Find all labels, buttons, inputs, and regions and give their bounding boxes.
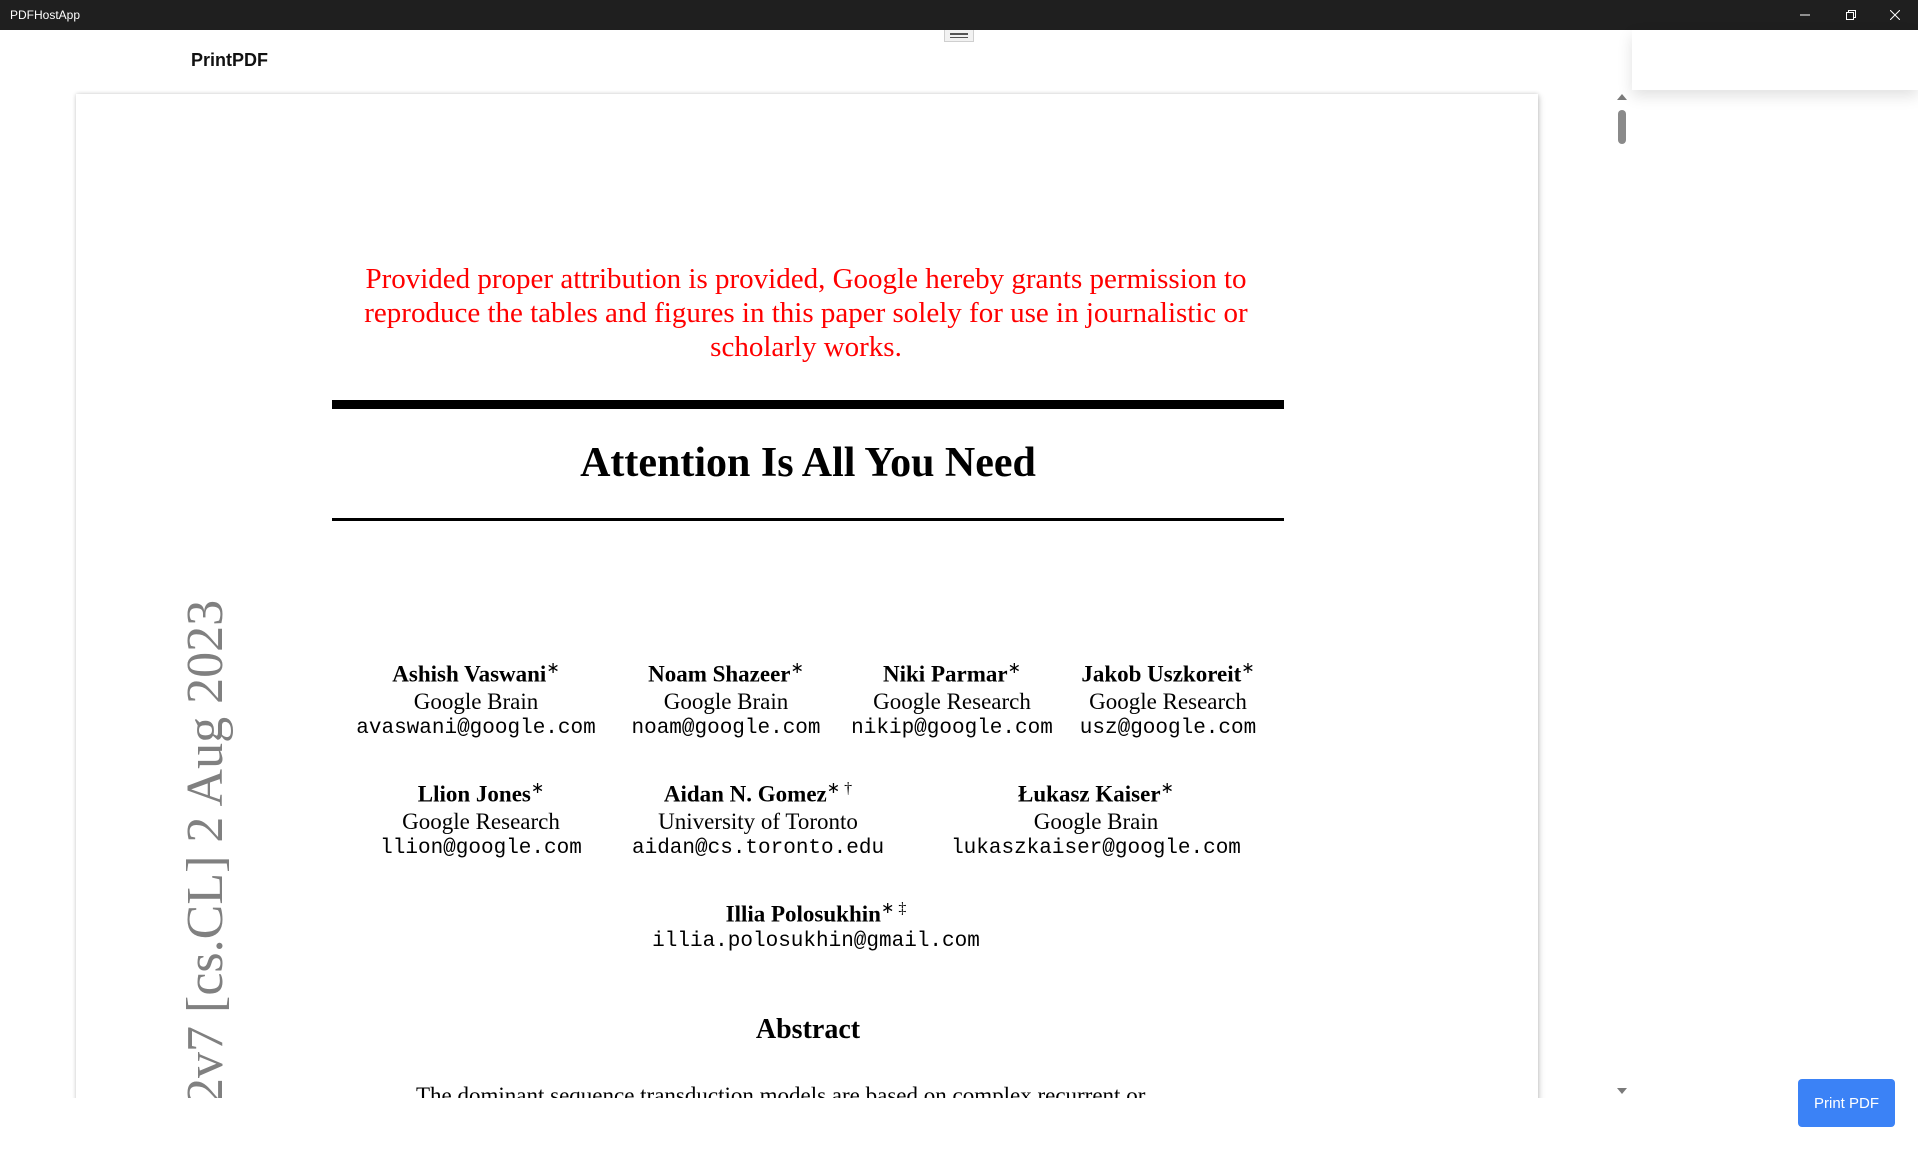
minimize-button[interactable] (1782, 0, 1828, 30)
author-affiliation: Google Research (1089, 688, 1247, 714)
author-email: aidan@cs.toronto.edu (632, 836, 885, 860)
author-name: Jakob Uszkoreit (1081, 661, 1242, 687)
notice-line: Provided proper attribution is provided,… (365, 263, 1247, 295)
notice-line: scholarly works. (710, 331, 902, 363)
author-affiliation: Google Research (873, 688, 1031, 714)
author-affiliation: Google Brain (413, 688, 539, 714)
title-bar: PDFHostApp (0, 0, 1918, 30)
author-mark: ∗ (546, 660, 560, 677)
close-button[interactable] (1872, 0, 1918, 30)
author-affiliation: Google Research (402, 808, 560, 834)
author-mark: ∗ (530, 780, 545, 797)
title-top-rule (332, 400, 1284, 409)
author-block: Jakob Uszkoreit∗ Google Research usz@goo… (1068, 655, 1268, 742)
author-block: Noam Shazeer∗ Google Brain noam@google.c… (616, 655, 836, 742)
author-email: noam@google.com (631, 716, 821, 740)
author-affiliation: Google Brain (663, 688, 789, 714)
close-icon (1890, 10, 1900, 20)
author-name: Ashish Vaswani (392, 661, 547, 687)
scroll-up-icon[interactable] (1617, 94, 1627, 100)
author-name: Łukasz Kaiser (1018, 781, 1161, 807)
author-email: llion@google.com (380, 836, 582, 860)
side-panel (1632, 30, 1918, 90)
abstract-text: The dominant sequence transduction model… (416, 1083, 1146, 1098)
author-block: Ashish Vaswani∗ Google Brain avaswani@go… (346, 655, 606, 742)
author-name: Llion Jones (417, 781, 531, 807)
vertical-scrollbar[interactable] (1612, 92, 1632, 1098)
scroll-thumb[interactable] (1618, 110, 1626, 144)
author-name: Illia Polosukhin (725, 901, 881, 927)
author-mark: ∗ (1241, 660, 1255, 677)
notice-line: reproduce the tables and figures in this… (364, 297, 1248, 329)
author-block: Niki Parmar∗ Google Research nikip@googl… (840, 655, 1064, 742)
author-email: lukaszkaiser@google.com (951, 836, 1241, 860)
author-mark: ∗ (1160, 780, 1174, 797)
author-affiliation: Google Brain (1033, 808, 1159, 834)
arxiv-stamp: 2v7 [cs.CL] 2 Aug 2023 (177, 599, 234, 1098)
restore-button[interactable] (1828, 0, 1874, 30)
author-name: Niki Parmar (883, 661, 1008, 687)
bottom-bar (0, 1098, 1918, 1149)
author-block: Illia Polosukhin∗ ‡ illia.polosukhin@gma… (646, 895, 986, 955)
restore-icon (1846, 10, 1856, 20)
author-email: illia.polosukhin@gmail.com (652, 929, 980, 953)
author-block: Llion Jones∗ Google Research llion@googl… (376, 775, 586, 862)
author-mark: ∗ (790, 660, 804, 677)
author-block: Łukasz Kaiser∗ Google Brain lukaszkaiser… (940, 775, 1252, 862)
pdf-viewer[interactable]: Provided proper attribution is provided,… (0, 90, 1632, 1098)
window-title: PDFHostApp (10, 8, 81, 22)
print-pdf-button[interactable]: Print PDF (1798, 1079, 1895, 1127)
title-bottom-rule (332, 518, 1284, 521)
author-mark: ∗ (1007, 660, 1021, 677)
author-mark: ∗ ‡ (880, 900, 907, 917)
author-name: Aidan N. Gomez (663, 781, 827, 807)
author-block: Aidan N. Gomez∗ † University of Toronto … (632, 775, 884, 862)
author-affiliation: University of Toronto (658, 808, 858, 834)
abstract-heading: Abstract (755, 1014, 861, 1045)
pdf-page: Provided proper attribution is provided,… (76, 94, 1538, 1098)
author-email: nikip@google.com (851, 716, 1053, 740)
author-name: Noam Shazeer (648, 661, 791, 687)
minimize-icon (1800, 14, 1810, 16)
paper-title: Attention Is All You Need (580, 440, 1036, 486)
scroll-down-icon[interactable] (1617, 1088, 1627, 1094)
page-title: PrintPDF (191, 50, 269, 70)
author-email: avaswani@google.com (356, 716, 596, 740)
drag-handle-icon[interactable] (944, 30, 974, 42)
permission-notice: Provided proper attribution is provided,… (356, 262, 1256, 364)
author-mark: ∗ † (826, 780, 853, 797)
author-email: usz@google.com (1079, 716, 1257, 740)
